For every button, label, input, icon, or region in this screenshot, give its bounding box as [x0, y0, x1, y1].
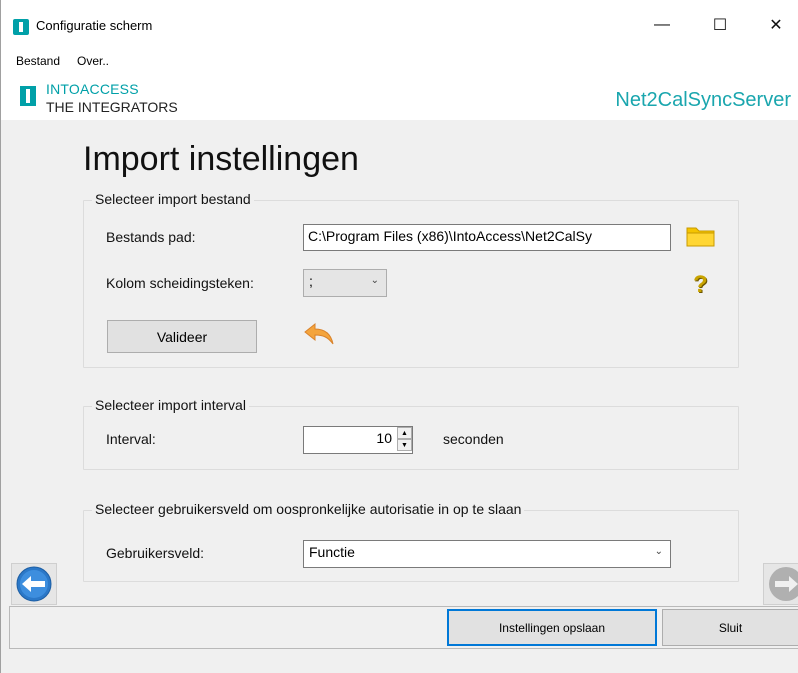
interval-stepper[interactable]: ▲ ▼	[397, 427, 412, 453]
chevron-down-icon: ⌄	[370, 275, 379, 286]
title-bar: Configuratie scherm — ☐ ✕	[1, 0, 798, 50]
next-page-button[interactable]	[763, 563, 798, 605]
menu-bar: Bestand Over..	[1, 50, 798, 72]
separator-select[interactable]: ; ⌄	[303, 269, 387, 297]
app-icon	[13, 19, 29, 35]
undo-arrow-icon[interactable]	[301, 320, 337, 350]
separator-value: ;	[309, 273, 313, 289]
folder-icon[interactable]	[685, 224, 717, 250]
path-input[interactable]: C:\Program Files (x86)\IntoAccess\Net2Ca…	[303, 224, 671, 251]
validate-button[interactable]: Valideer	[107, 320, 257, 353]
save-settings-button[interactable]: Instellingen opslaan	[447, 609, 657, 646]
previous-page-button[interactable]	[11, 563, 57, 605]
minimize-button[interactable]: —	[639, 5, 685, 45]
brand-name: INTOACCESS	[46, 81, 139, 97]
stepper-up-icon[interactable]: ▲	[397, 427, 412, 439]
close-dialog-button[interactable]: Sluit	[662, 609, 798, 646]
interval-legend: Selecteer import interval	[92, 397, 249, 413]
menu-over[interactable]: Over..	[77, 54, 109, 68]
brand-tagline: THE INTEGRATORS	[46, 99, 178, 115]
maximize-button[interactable]: ☐	[697, 5, 743, 45]
arrow-left-icon	[16, 566, 52, 602]
menu-bestand[interactable]: Bestand	[16, 54, 60, 68]
interval-unit: seconden	[443, 431, 504, 447]
user-field-legend: Selecteer gebruikersveld om oospronkelij…	[92, 501, 525, 517]
intoaccess-logo-icon	[20, 86, 36, 106]
help-icon[interactable]: ?	[693, 271, 713, 298]
page-title: Import instellingen	[83, 140, 359, 178]
arrow-right-icon	[769, 567, 798, 601]
brand-header: INTOACCESS THE INTEGRATORS Net2CalSyncSe…	[1, 72, 798, 120]
user-field-select[interactable]: Functie ⌄	[303, 540, 671, 568]
footer-bottom-divider	[9, 648, 798, 649]
path-label: Bestands pad:	[106, 229, 196, 245]
chevron-down-icon: ⌄	[654, 546, 663, 557]
separator-label: Kolom scheidingsteken:	[106, 275, 254, 291]
product-name: Net2CalSyncServer	[615, 89, 791, 111]
app-window: Configuratie scherm — ☐ ✕ Bestand Over..…	[0, 0, 798, 673]
user-field-value: Functie	[309, 544, 355, 560]
interval-label: Interval:	[106, 431, 156, 447]
window-title: Configuratie scherm	[36, 18, 153, 33]
user-field-label: Gebruikersveld:	[106, 545, 205, 561]
import-file-legend: Selecteer import bestand	[92, 191, 254, 207]
close-button[interactable]: ✕	[753, 5, 798, 45]
stepper-down-icon[interactable]: ▼	[397, 439, 412, 451]
